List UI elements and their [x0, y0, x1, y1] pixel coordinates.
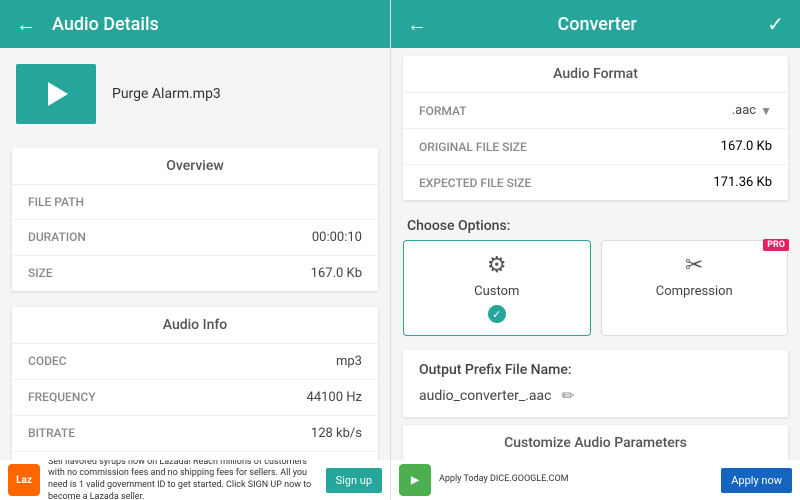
size-row: SIZE 167.0 Kb [12, 256, 378, 291]
duration-label: DURATION [28, 230, 86, 245]
right-ad-logo: ▶ [399, 464, 431, 496]
original-size-value: 167.0 Kb [721, 139, 772, 154]
choose-options-label: Choose Options: [391, 208, 800, 240]
left-ad-text: Sell flavored syrups now on Lazada! Reac… [48, 460, 318, 500]
size-value: 167.0 Kb [311, 266, 362, 281]
left-panel-title: Audio Details [52, 14, 159, 35]
compression-label: Compression [656, 284, 733, 299]
customize-section: Customize Audio Parameters CODEC AAC ▼ F… [403, 425, 788, 460]
output-value-row: audio_converter_.aac ✏ [419, 386, 772, 405]
apply-now-button[interactable]: Apply now [721, 468, 792, 493]
left-back-button[interactable]: ← [16, 12, 36, 37]
codec-label: CODEC [28, 354, 67, 369]
right-ad-text: Apply Today DICE.GOOGLE.COM [439, 474, 713, 486]
duration-value: 00:00:10 [312, 230, 362, 245]
audio-format-title: Audio Format [403, 56, 788, 93]
left-header: ← Audio Details [0, 0, 390, 48]
audio-format-section: Audio Format FORMAT .aac ▼ ORIGINAL FILE… [403, 56, 788, 200]
channel-row: CHANNEL stereo [12, 452, 378, 460]
right-panel-title: Converter [557, 14, 636, 35]
gear-icon: ⚙ [487, 253, 507, 278]
format-value: .aac [732, 103, 756, 118]
customize-title: Customize Audio Parameters [403, 425, 788, 460]
file-path-label: FILE PATH [28, 195, 84, 209]
left-ad-panel: Laz Sell flavored syrups now on Lazada! … [0, 460, 390, 500]
overview-card: Overview FILE PATH DURATION 00:00:10 SIZ… [12, 148, 378, 291]
audio-filename: Purge Alarm.mp3 [112, 86, 221, 102]
output-prefix-title: Output Prefix File Name: [419, 362, 772, 378]
right-back-button[interactable]: ← [407, 12, 427, 37]
compression-option[interactable]: PRO ✂ Compression [601, 240, 789, 336]
format-row: FORMAT .aac ▼ [403, 93, 788, 129]
codec-row: CODEC mp3 [12, 344, 378, 380]
original-size-row: ORIGINAL FILE SIZE 167.0 Kb [403, 129, 788, 165]
format-label: FORMAT [419, 104, 467, 118]
confirm-button[interactable]: ✓ [767, 12, 784, 36]
audio-preview: Purge Alarm.mp3 [0, 48, 390, 140]
audio-info-title: Audio Info [12, 307, 378, 344]
bitrate-label: BITRATE [28, 426, 75, 441]
bottom-ad-bar: Laz Sell flavored syrups now on Lazada! … [0, 460, 800, 500]
custom-label: Custom [474, 284, 519, 299]
bitrate-value: 128 kb/s [311, 426, 362, 441]
audio-info-card: Audio Info CODEC mp3 FREQUENCY 44100 Hz … [12, 307, 378, 460]
bitrate-row: BITRATE 128 kb/s [12, 416, 378, 452]
expected-size-value: 171.36 Kb [713, 175, 772, 190]
expected-size-row: EXPECTED FILE SIZE 171.36 Kb [403, 165, 788, 200]
converter-panel: ← Converter ✓ Audio Format FORMAT .aac ▼… [390, 0, 800, 460]
custom-option[interactable]: ⚙ Custom ✓ [403, 240, 591, 336]
frequency-value: 44100 Hz [307, 390, 362, 405]
right-header: ← Converter ✓ [391, 0, 800, 48]
file-path-row: FILE PATH [12, 185, 378, 220]
format-dropdown[interactable]: .aac ▼ [732, 103, 772, 118]
size-label: SIZE [28, 266, 53, 281]
duration-row: DURATION 00:00:10 [12, 220, 378, 256]
frequency-row: FREQUENCY 44100 Hz [12, 380, 378, 416]
pro-badge: PRO [763, 239, 789, 251]
play-icon [48, 82, 68, 106]
codec-value: mp3 [336, 354, 362, 369]
scissors-icon: ✂ [685, 253, 703, 278]
right-ad-panel: ▶ Apply Today DICE.GOOGLE.COM Apply now [390, 460, 800, 500]
frequency-label: FREQUENCY [28, 390, 96, 405]
options-row: ⚙ Custom ✓ PRO ✂ Compression [391, 240, 800, 346]
left-ad-logo: Laz [8, 464, 40, 496]
output-prefix-section: Output Prefix File Name: audio_converter… [403, 350, 788, 417]
sign-up-button[interactable]: Sign up [326, 468, 382, 493]
output-prefix-value: audio_converter_.aac [419, 388, 552, 404]
overview-title: Overview [12, 148, 378, 185]
audio-details-panel: ← Audio Details Purge Alarm.mp3 Overview… [0, 0, 390, 460]
play-thumbnail[interactable] [16, 64, 96, 124]
format-dropdown-arrow: ▼ [760, 104, 772, 118]
selected-check-badge: ✓ [488, 305, 506, 323]
original-size-label: ORIGINAL FILE SIZE [419, 140, 527, 154]
expected-size-label: EXPECTED FILE SIZE [419, 176, 531, 190]
edit-icon[interactable]: ✏ [562, 386, 575, 405]
